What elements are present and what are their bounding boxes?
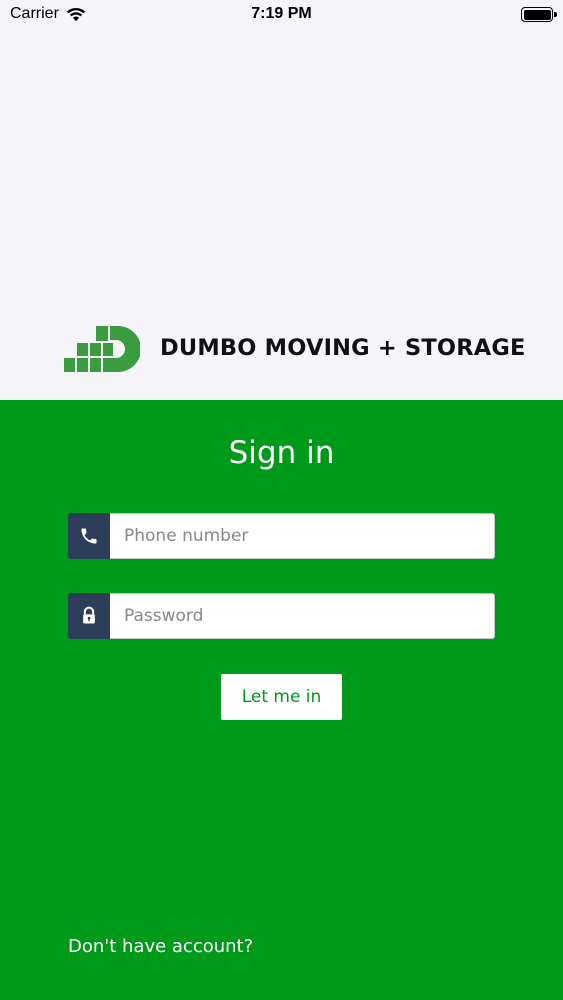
brand-name: DUMBO MOVING + STORAGE [160, 335, 526, 361]
signin-panel: Sign in Let me in Don't have account? [0, 400, 563, 1000]
clock: 7:19 PM [251, 5, 312, 22]
phone-input[interactable] [110, 513, 495, 559]
page-title: Sign in [228, 435, 335, 471]
let-me-in-button[interactable]: Let me in [221, 674, 342, 720]
battery-icon [521, 7, 557, 22]
phone-icon-box [68, 513, 110, 559]
password-input[interactable] [110, 593, 495, 639]
dumbo-logo-icon [64, 326, 140, 372]
battery-fill [523, 9, 551, 20]
no-account-link[interactable]: Don't have account? [68, 936, 253, 957]
lock-icon [83, 606, 95, 624]
status-bar: Carrier 7:19 PM [0, 0, 563, 30]
logo-area: DUMBO MOVING + STORAGE [0, 30, 563, 400]
phone-icon [81, 528, 97, 544]
password-field-group [68, 593, 495, 639]
lock-icon-box [68, 593, 110, 639]
phone-field-group [68, 513, 495, 559]
